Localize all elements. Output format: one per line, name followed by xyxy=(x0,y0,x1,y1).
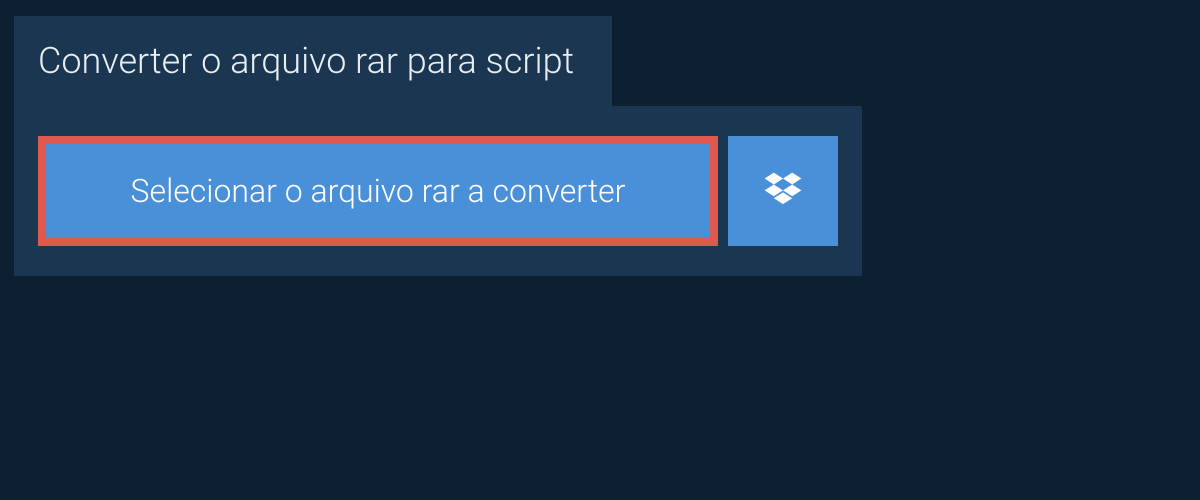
converter-container: Converter o arquivo rar para script Sele… xyxy=(0,0,1200,276)
converter-panel: Selecionar o arquivo rar a converter xyxy=(14,106,862,276)
dropbox-icon xyxy=(762,170,804,212)
page-title: Converter o arquivo rar para script xyxy=(38,40,574,82)
select-file-button[interactable]: Selecionar o arquivo rar a converter xyxy=(38,136,718,246)
dropbox-button[interactable] xyxy=(728,136,838,246)
converter-tab-header: Converter o arquivo rar para script xyxy=(14,16,612,106)
select-file-label: Selecionar o arquivo rar a converter xyxy=(131,172,626,210)
